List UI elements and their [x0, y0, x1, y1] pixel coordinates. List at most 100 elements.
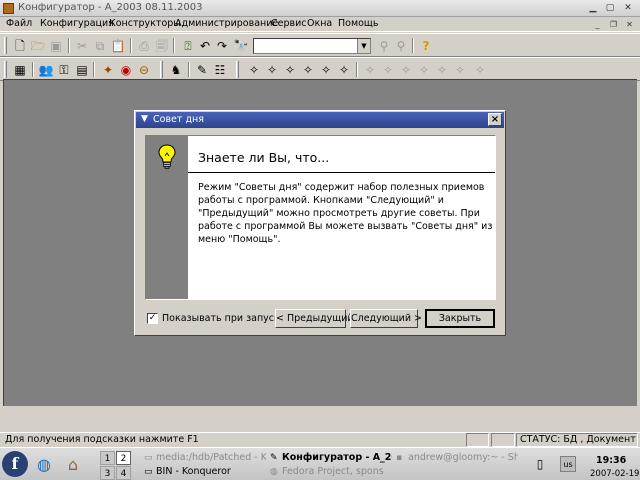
menu-administration[interactable]: Администрирование [175, 18, 278, 29]
menu-configuration[interactable]: Конфигурация [40, 18, 114, 29]
find-icon[interactable]: 🔭 [233, 38, 249, 54]
menu-service[interactable]: Сервис [271, 18, 307, 29]
task-item[interactable]: ▭ media:/hdb/Patched - K [144, 452, 266, 467]
debug-icon[interactable]: ✦ [100, 62, 116, 78]
mdi-close-icon[interactable]: ✕ [624, 19, 635, 30]
toolbar-separator [188, 62, 190, 77]
toolbar-grip[interactable] [4, 37, 7, 54]
designer-12-icon[interactable]: ✧ [452, 62, 468, 78]
syntax-icon[interactable]: ⊖ [136, 62, 152, 78]
designer-6-icon[interactable]: ✧ [336, 62, 352, 78]
desktop-3[interactable]: 3 [100, 466, 115, 480]
task-label: andrew@gloomy:~ - Sh [408, 452, 518, 463]
dialog-close-icon[interactable]: × [488, 113, 502, 126]
redo-icon[interactable]: ↷ [214, 38, 230, 54]
designer-8-icon[interactable]: ✧ [380, 62, 396, 78]
toolbar-grip[interactable] [236, 61, 239, 78]
close-button[interactable]: Закрыть [425, 309, 495, 328]
file-manager-launcher-icon[interactable]: ⌂ [62, 454, 84, 476]
designer-13-icon[interactable]: ✧ [472, 62, 488, 78]
users-icon[interactable]: 👥 [38, 62, 54, 78]
designer-10-icon[interactable]: ✧ [416, 62, 432, 78]
edit-icon[interactable]: ✎ [194, 62, 210, 78]
close-icon[interactable]: ✕ [622, 2, 634, 14]
copy-icon[interactable]: ⧉ [92, 38, 108, 54]
find-next-icon[interactable]: ⚲ [376, 38, 392, 54]
tip-text: Режим "Советы дня" содержит набор полезн… [198, 182, 493, 245]
menu-bar: Файл Конфигурация Конструкторы Администр… [0, 17, 640, 32]
toolbar-grip[interactable] [4, 61, 7, 78]
menu-windows[interactable]: Окна [307, 18, 332, 29]
tip-of-the-day-dialog: ▼ Совет дня × Знаете ли Вы, что... Режим… [134, 110, 506, 336]
designer-5-icon[interactable]: ✧ [318, 62, 334, 78]
status-cell [491, 433, 515, 447]
rights-icon[interactable]: ⚿ [56, 62, 72, 78]
checkbox-checked-icon[interactable]: ✓ [147, 313, 158, 324]
task-item[interactable]: ◍ Fedora Project, spons [270, 466, 392, 480]
chevron-down-icon[interactable]: ▼ [357, 39, 370, 53]
previous-button[interactable]: < Предыдущий [275, 309, 354, 328]
klipper-icon[interactable]: ▯ [532, 456, 548, 472]
module-icon[interactable]: ◉ [118, 62, 134, 78]
window-title: Конфигуратор - А_2003 08.11.2003 [18, 2, 203, 13]
fedora-menu-icon[interactable]: f [2, 451, 28, 477]
task-item-active[interactable]: ✎ Конфигуратор - А_2003 [270, 452, 392, 467]
print-icon[interactable]: ⎙ [136, 38, 152, 54]
undo-icon[interactable]: ↶ [197, 38, 213, 54]
configurator-icon: ✎ [270, 453, 278, 463]
status-text: СТАТУС: БД , Документ [520, 434, 636, 445]
dialog-titlebar[interactable]: ▼ Совет дня × [136, 112, 504, 128]
designer-11-icon[interactable]: ✧ [434, 62, 450, 78]
terminal-icon: ▪ [396, 453, 403, 463]
lightbulb-icon [158, 144, 176, 169]
mdi-minimize-icon[interactable]: _ [592, 19, 603, 30]
open-icon[interactable]: 🗁 [30, 38, 46, 54]
tip-panel: Знаете ли Вы, что... Режим "Советы дня" … [145, 135, 496, 300]
keyboard-layout-icon[interactable]: us [560, 456, 576, 472]
search-combo[interactable]: ▼ [253, 38, 371, 54]
task-label: Конфигуратор - А_2003 [282, 452, 392, 463]
wizard-icon[interactable]: ☷ [212, 62, 228, 78]
tip-divider [188, 172, 495, 173]
paste-icon[interactable]: 📋 [110, 38, 126, 54]
cut-icon[interactable]: ✂ [74, 38, 90, 54]
taskbar: f ◍ ⌂ 1 2 3 4 ▭ media:/hdb/Patched - K ✎ К… [0, 447, 640, 480]
maximize-icon[interactable]: ▢ [604, 2, 616, 14]
toolbar-grip[interactable] [160, 61, 163, 78]
desktop-2[interactable]: 2 [116, 451, 131, 465]
task-item[interactable]: ▭ BIN - Konqueror [144, 466, 266, 480]
designer-3-icon[interactable]: ✧ [282, 62, 298, 78]
print-preview-icon[interactable]: 🗐 [154, 38, 170, 54]
run-icon[interactable]: ♞ [168, 62, 184, 78]
designer-9-icon[interactable]: ✧ [398, 62, 414, 78]
menu-file[interactable]: Файл [6, 18, 32, 29]
help-context-icon[interactable]: ⍰ [180, 38, 196, 54]
next-button[interactable]: Следующий > [350, 309, 422, 328]
find-prev-icon[interactable]: ⚲ [393, 38, 409, 54]
menu-help[interactable]: Помощь [338, 18, 378, 29]
folder-icon: ▭ [144, 467, 153, 477]
window-titlebar[interactable]: Конфигуратор - А_2003 08.11.2003 ▁ ▢ ✕ [0, 0, 640, 17]
browser-icon: ◍ [270, 467, 278, 477]
help-icon[interactable]: ? [418, 38, 434, 54]
designer-2-icon[interactable]: ✧ [264, 62, 280, 78]
task-item[interactable]: ▪ andrew@gloomy:~ - Sh [396, 452, 518, 467]
menu-designers[interactable]: Конструкторы [109, 18, 181, 29]
show-on-startup-label[interactable]: Показывать при запуске [162, 313, 286, 324]
window-menu-icon[interactable]: ▼ [138, 113, 151, 126]
browser-launcher-icon[interactable]: ◍ [33, 454, 55, 476]
mdi-restore-icon[interactable]: ❐ [608, 19, 619, 30]
desktop-4[interactable]: 4 [116, 466, 131, 480]
designer-7-icon[interactable]: ✧ [362, 62, 378, 78]
desktop-1[interactable]: 1 [100, 451, 115, 465]
designer-1-icon[interactable]: ✧ [246, 62, 262, 78]
clock-time[interactable]: 19:36 [596, 455, 626, 466]
minimize-icon[interactable]: ▁ [587, 2, 599, 14]
metadata-icon[interactable]: ▦ [12, 62, 28, 78]
interface-icon[interactable]: ▤ [74, 62, 90, 78]
designer-4-icon[interactable]: ✧ [300, 62, 316, 78]
app-icon [3, 3, 14, 14]
new-icon[interactable]: 🗋 [12, 38, 28, 54]
save-icon[interactable]: ▣ [48, 38, 64, 54]
clock-date[interactable]: 2007-02-19 [590, 469, 639, 479]
